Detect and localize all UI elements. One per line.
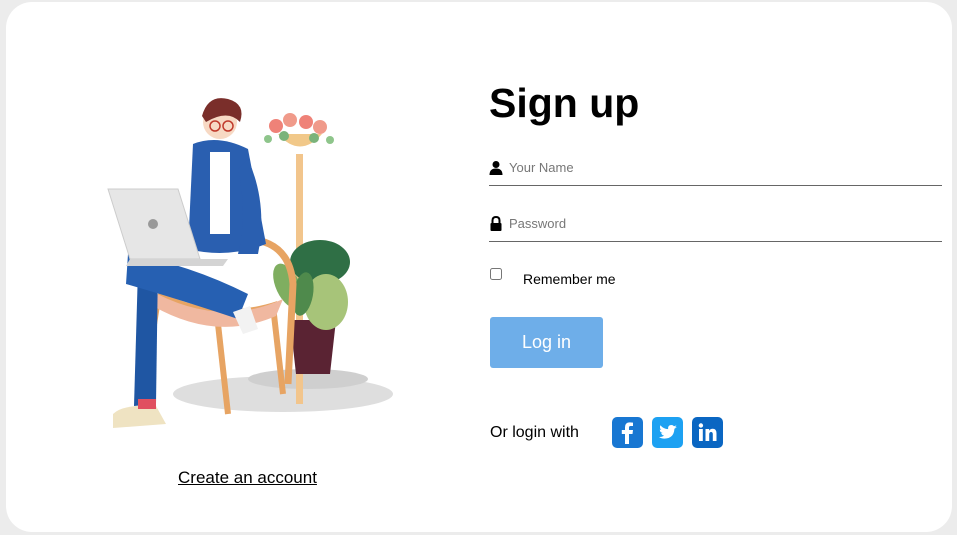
- or-login-with-label: Or login with: [490, 424, 579, 441]
- illustration-person-with-laptop: [107, 98, 393, 428]
- password-input[interactable]: [509, 208, 939, 238]
- linkedin-icon: [698, 423, 717, 441]
- linkedin-login-button[interactable]: [692, 417, 723, 448]
- create-account-link[interactable]: Create an account: [178, 468, 317, 488]
- name-input[interactable]: [509, 152, 939, 182]
- password-field: [489, 208, 942, 242]
- facebook-icon: [621, 422, 633, 444]
- lock-icon: [490, 216, 502, 231]
- user-icon: [489, 161, 503, 175]
- signup-card: Create an account Sign up Remember me Lo…: [6, 2, 952, 532]
- twitter-icon: [659, 425, 677, 439]
- name-field: [489, 152, 942, 186]
- page-title: Sign up: [489, 80, 640, 126]
- login-button[interactable]: Log in: [490, 317, 603, 368]
- remember-me-label[interactable]: Remember me: [523, 271, 616, 287]
- facebook-login-button[interactable]: [612, 417, 643, 448]
- twitter-login-button[interactable]: [652, 417, 683, 448]
- remember-me-checkbox[interactable]: [490, 268, 502, 280]
